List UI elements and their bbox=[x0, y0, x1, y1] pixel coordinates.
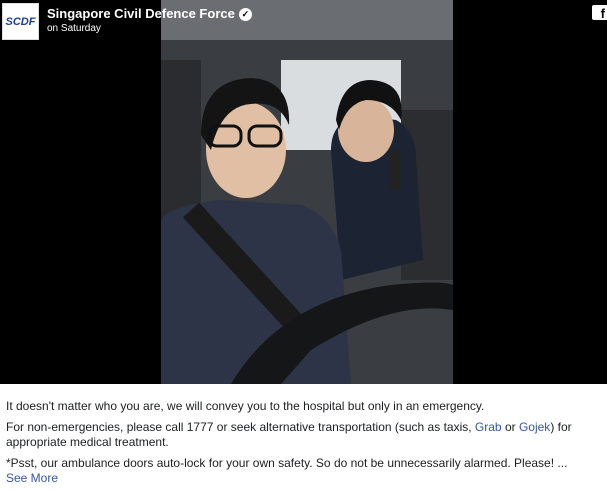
caption-line-3: *Psst, our ambulance doors auto-lock for… bbox=[6, 456, 601, 486]
post-timestamp[interactable]: on Saturday bbox=[47, 23, 101, 34]
caption-line-1: It doesn't matter who you are, we will c… bbox=[6, 399, 485, 413]
caption-line-2-text: For non-emergencies, please call 1777 or… bbox=[6, 420, 475, 434]
caption-line-2-or: or bbox=[501, 420, 519, 434]
facebook-icon[interactable]: f bbox=[592, 5, 607, 21]
see-more-link[interactable]: See More bbox=[6, 471, 58, 485]
caption-line-3-text: *Psst, our ambulance doors auto-lock for… bbox=[6, 456, 568, 470]
caption-line-2: For non-emergencies, please call 1777 or… bbox=[6, 420, 601, 450]
video-player[interactable]: SCDF Singapore Civil Defence Force ✓ on S… bbox=[0, 0, 607, 384]
page-name[interactable]: Singapore Civil Defence Force ✓ bbox=[47, 6, 252, 21]
post-header: SCDF Singapore Civil Defence Force ✓ on S… bbox=[0, 0, 300, 44]
post-caption: It doesn't matter who you are, we will c… bbox=[6, 399, 601, 492]
page-avatar[interactable]: SCDF bbox=[2, 3, 39, 40]
page-name-text[interactable]: Singapore Civil Defence Force bbox=[47, 6, 235, 21]
video-frame[interactable] bbox=[161, 0, 453, 384]
avatar-logo-text: SCDF bbox=[5, 15, 36, 28]
grab-link[interactable]: Grab bbox=[475, 420, 502, 434]
verified-badge-icon: ✓ bbox=[238, 8, 252, 21]
video-still bbox=[161, 0, 453, 384]
gojek-link[interactable]: Gojek bbox=[519, 420, 550, 434]
